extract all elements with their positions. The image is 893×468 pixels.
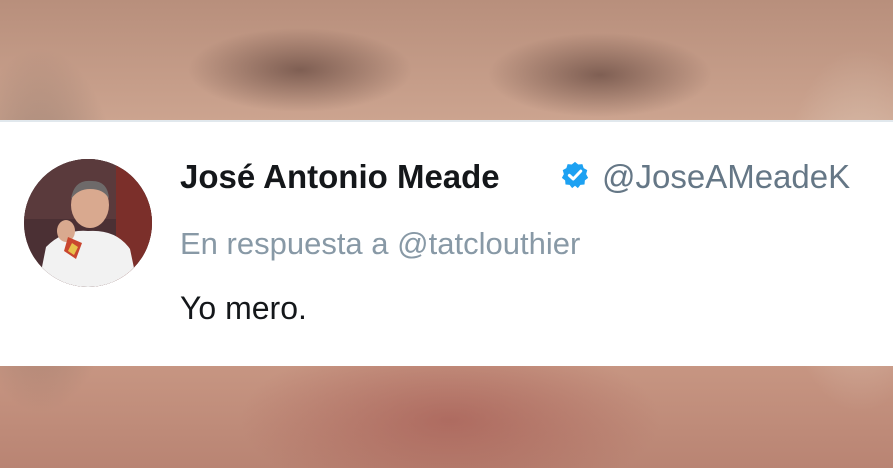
tweet-card: José Antonio Meade @JoseAMeadeK En respu… [0, 120, 893, 366]
reply-context: En respuesta a @tatclouthier [180, 226, 580, 262]
author-name[interactable]: José Antonio Meade [180, 158, 500, 196]
reply-prefix: En respuesta a [180, 226, 389, 261]
author-handle[interactable]: @JoseAMeadeK [602, 158, 850, 196]
reply-mention-link[interactable]: @tatclouthier [397, 226, 580, 261]
verified-badge-icon [561, 161, 589, 189]
profile-avatar[interactable] [24, 159, 152, 287]
avatar-photo [24, 159, 152, 287]
tweet-text: Yo mero. [180, 290, 307, 326]
